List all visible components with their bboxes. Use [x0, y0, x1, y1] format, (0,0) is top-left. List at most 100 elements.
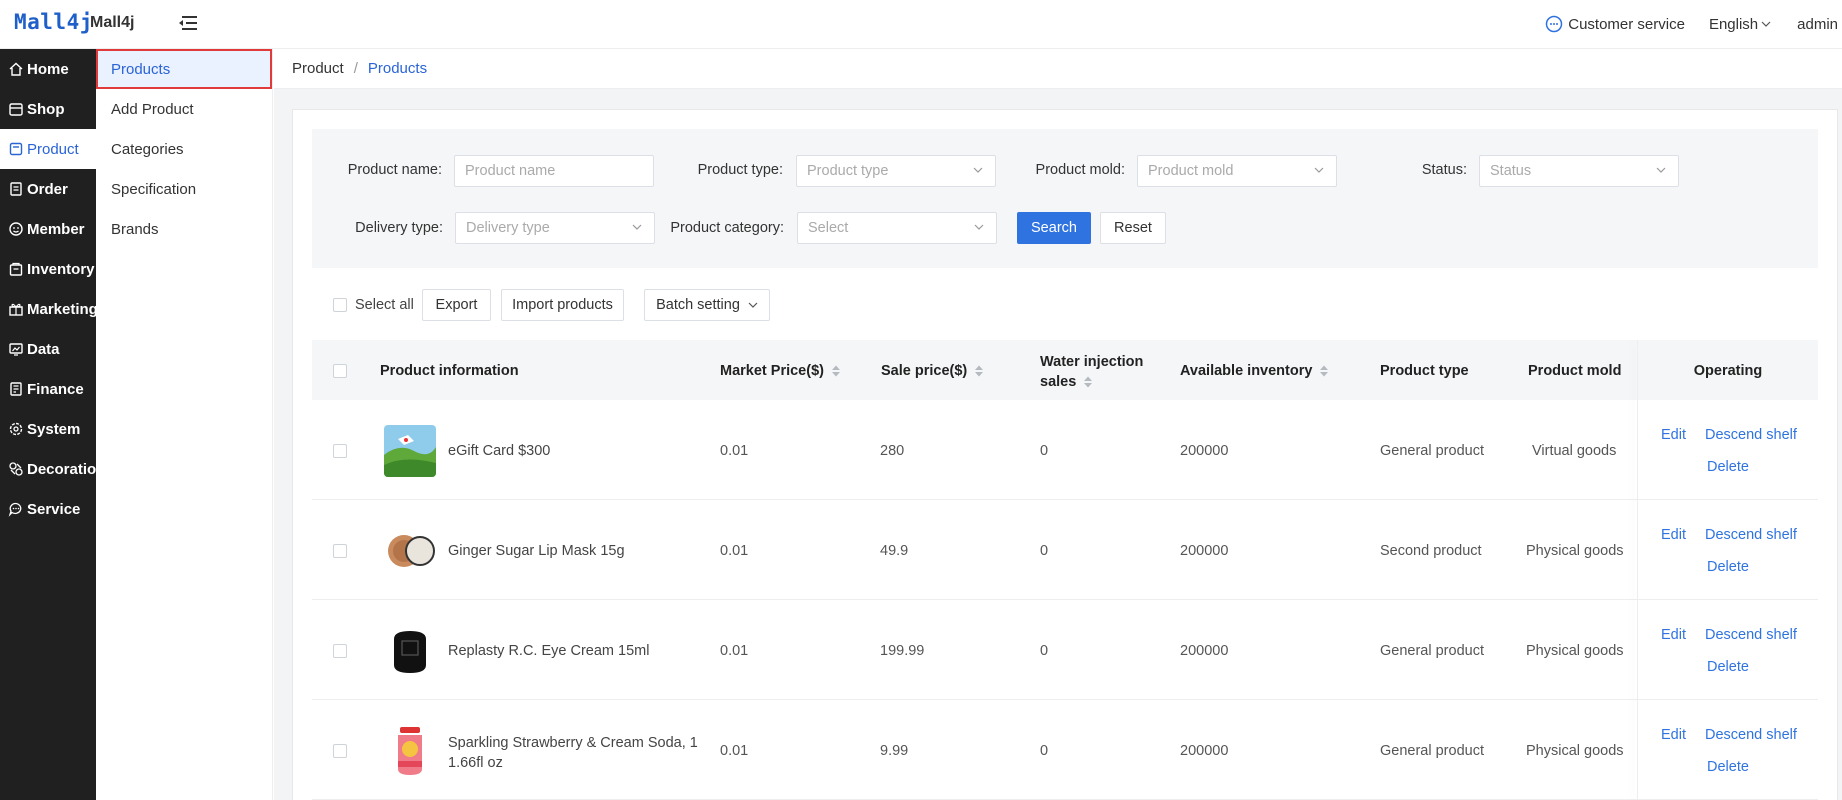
- sidebar-item-label: Marketing: [27, 300, 98, 318]
- shop-icon: [9, 103, 23, 116]
- product-name-line-2: 1.66fl oz: [448, 755, 503, 771]
- col-water-label-2: sales: [1040, 374, 1077, 390]
- market-price: 0.01: [720, 743, 749, 759]
- sidebar-item-order[interactable]: Order: [0, 169, 96, 209]
- product-type-select[interactable]: Product type: [796, 155, 996, 187]
- subnav-item-categories[interactable]: Categories: [96, 129, 272, 169]
- delete-link[interactable]: Delete: [1707, 459, 1749, 475]
- sidebar-item-system[interactable]: System: [0, 409, 96, 449]
- row-checkbox[interactable]: [333, 644, 347, 658]
- menu-toggle-icon[interactable]: [178, 14, 198, 32]
- col-available-inventory[interactable]: Available inventory: [1180, 363, 1329, 379]
- user-menu[interactable]: admin: [1797, 16, 1838, 33]
- select-all-checkbox[interactable]: [333, 298, 347, 312]
- edit-link[interactable]: Edit: [1661, 627, 1686, 643]
- row-checkbox[interactable]: [333, 544, 347, 558]
- row-checkbox[interactable]: [333, 444, 347, 458]
- product-mold-placeholder: Product mold: [1148, 163, 1234, 179]
- product-type: General product: [1380, 743, 1484, 759]
- sidebar-item-member[interactable]: Member: [0, 209, 96, 249]
- sidebar-item-label: Data: [27, 340, 60, 358]
- sidebar-item-data[interactable]: Data: [0, 329, 96, 369]
- subnav-item-add-product[interactable]: Add Product: [96, 89, 272, 129]
- col-sale-price[interactable]: Sale price($): [881, 363, 984, 379]
- descend-shelf-link[interactable]: Descend shelf: [1705, 727, 1797, 743]
- product-type: General product: [1380, 443, 1484, 459]
- product-name: Sparkling Strawberry & Cream Soda, 1 1.6…: [448, 733, 698, 773]
- product-name-input[interactable]: Product name: [454, 155, 654, 187]
- delivery-type-select[interactable]: Delivery type: [455, 212, 655, 244]
- edit-link[interactable]: Edit: [1661, 727, 1686, 743]
- import-products-button[interactable]: Import products: [501, 289, 624, 321]
- subnav-item-specification[interactable]: Specification: [96, 169, 272, 209]
- delete-link[interactable]: Delete: [1707, 559, 1749, 575]
- sort-icon[interactable]: [1083, 375, 1093, 389]
- product-thumbnail[interactable]: [384, 725, 436, 777]
- language-select[interactable]: English: [1709, 16, 1771, 33]
- sort-icon[interactable]: [831, 364, 841, 378]
- edit-link[interactable]: Edit: [1661, 527, 1686, 543]
- status-label: Status:: [1421, 162, 1467, 178]
- search-button[interactable]: Search: [1017, 212, 1091, 244]
- chevron-down-icon: [973, 167, 983, 173]
- sidebar-item-product[interactable]: Product: [0, 129, 96, 169]
- product-thumbnail[interactable]: [384, 525, 436, 577]
- sidebar-item-inventory[interactable]: Inventory: [0, 249, 96, 289]
- batch-setting-dropdown[interactable]: Batch setting: [644, 289, 770, 321]
- subnav-item-products[interactable]: Products: [96, 49, 272, 89]
- export-button[interactable]: Export: [422, 289, 491, 321]
- breadcrumb-current: Products: [367, 60, 428, 77]
- order-icon: [10, 182, 22, 196]
- sidebar-item-shop[interactable]: Shop: [0, 89, 96, 129]
- product-type-label: Product type:: [697, 162, 783, 178]
- col-market-price[interactable]: Market Price($): [720, 363, 841, 379]
- sort-icon[interactable]: [1319, 364, 1329, 378]
- product-category-select[interactable]: Select: [797, 212, 997, 244]
- sidebar-item-finance[interactable]: Finance: [0, 369, 96, 409]
- sort-icon[interactable]: [974, 364, 984, 378]
- edit-link[interactable]: Edit: [1661, 427, 1686, 443]
- descend-shelf-link[interactable]: Descend shelf: [1705, 627, 1797, 643]
- chat-icon: [1545, 15, 1563, 33]
- descend-shelf-link[interactable]: Descend shelf: [1705, 527, 1797, 543]
- subnav-item-brands[interactable]: Brands: [96, 209, 272, 249]
- product-type: General product: [1380, 643, 1484, 659]
- language-label: English: [1708, 15, 1759, 33]
- chevron-down-icon: [1761, 21, 1771, 27]
- row-checkbox[interactable]: [333, 744, 347, 758]
- product-mold: Physical goods: [1526, 543, 1624, 559]
- header-checkbox[interactable]: [333, 364, 347, 378]
- sidebar-item-service[interactable]: Service: [0, 489, 96, 529]
- col-water-injection-sales[interactable]: Water injection sales: [1040, 352, 1143, 392]
- finance-icon: [10, 382, 22, 396]
- product-thumbnail[interactable]: [384, 625, 436, 677]
- sidebar-item-label: Decoration: [27, 460, 106, 478]
- search-form: [312, 129, 1818, 268]
- sidebar-item-label: Member: [27, 220, 85, 238]
- delete-link[interactable]: Delete: [1707, 659, 1749, 675]
- product-mold-select[interactable]: Product mold: [1137, 155, 1337, 187]
- product-icon: [9, 142, 23, 156]
- member-icon: [9, 222, 23, 236]
- sidebar-item-label: System: [27, 420, 81, 438]
- sale-price: 280: [880, 443, 905, 459]
- product-thumbnail[interactable]: [384, 425, 436, 477]
- reset-button[interactable]: Reset: [1100, 212, 1166, 244]
- sidebar-item-marketing[interactable]: Marketing: [0, 289, 98, 329]
- sidebar-item-label: Shop: [27, 100, 65, 118]
- available-inventory: 200000: [1180, 643, 1229, 659]
- sidebar-item-home[interactable]: Home: [0, 49, 96, 89]
- breadcrumb-parent[interactable]: Product: [292, 60, 344, 77]
- sale-price: 9.99: [880, 743, 909, 759]
- logo[interactable]: Mall4j: [14, 10, 93, 34]
- descend-shelf-link[interactable]: Descend shelf: [1705, 427, 1797, 443]
- select-all-label[interactable]: Select all: [355, 297, 414, 313]
- market-price: 0.01: [720, 543, 749, 559]
- customer-service-link[interactable]: Customer service: [1545, 15, 1685, 33]
- product-name-label: Product name:: [347, 162, 442, 178]
- sidebar-item-label: Home: [27, 60, 69, 78]
- sidebar-item-decoration[interactable]: Decoration: [0, 449, 105, 489]
- inventory-icon: [9, 262, 23, 276]
- delete-link[interactable]: Delete: [1707, 759, 1749, 775]
- status-select[interactable]: Status: [1479, 155, 1679, 187]
